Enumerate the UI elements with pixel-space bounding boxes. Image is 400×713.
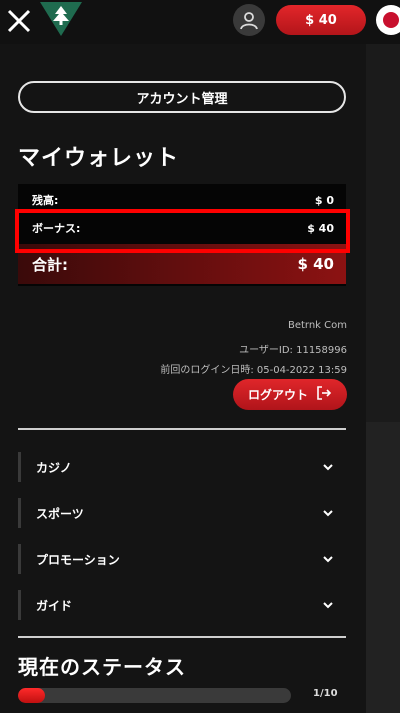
account-manage-button[interactable]: アカウント管理 xyxy=(18,81,346,113)
logout-button[interactable]: ログアウト xyxy=(233,379,347,410)
chevron-down-icon xyxy=(323,510,333,517)
nav-item-sports[interactable]: スポーツ xyxy=(18,498,346,528)
status-title: 現在のステータス xyxy=(18,655,186,679)
progress-fill xyxy=(18,688,46,703)
divider xyxy=(18,636,346,638)
flag-icon[interactable] xyxy=(376,5,400,35)
top-bar: $ 40 xyxy=(0,0,400,44)
nav-item-label: ガイド xyxy=(36,598,73,613)
nav-item-guide[interactable]: ガイド xyxy=(18,590,346,620)
nav-accent-bar xyxy=(18,452,21,482)
nav-accent-bar xyxy=(18,590,21,620)
site-name: Betrnk Com xyxy=(287,320,347,331)
nav-item-label: プロモーション xyxy=(36,552,120,567)
chevron-down-icon xyxy=(323,602,333,609)
user-id: ユーザーID: 11158996 xyxy=(239,345,347,356)
background-strip xyxy=(366,44,400,422)
chevron-down-icon xyxy=(323,464,333,471)
close-icon[interactable] xyxy=(4,6,34,36)
balance-label: 残高: xyxy=(32,194,59,207)
balance-button[interactable]: $ 40 xyxy=(276,5,366,35)
divider xyxy=(18,428,346,430)
nav-item-promotions[interactable]: プロモーション xyxy=(18,544,346,574)
background-strip xyxy=(366,422,400,713)
wallet-title: マイウォレット xyxy=(18,146,180,171)
total-value: $ 40 xyxy=(297,255,334,273)
status-progress-bar xyxy=(18,688,291,703)
bonus-highlight-box xyxy=(15,209,350,253)
nav-accent-bar xyxy=(18,544,21,574)
logout-label: ログアウト xyxy=(247,388,308,402)
chevron-down-icon xyxy=(323,556,333,563)
user-icon[interactable] xyxy=(233,4,265,36)
last-login: 前回のログイン日時: 05-04-2022 13:59 xyxy=(160,365,347,376)
progress-label: 1/10 xyxy=(313,688,338,699)
logout-icon xyxy=(316,385,332,404)
nav-item-casino[interactable]: カジノ xyxy=(18,452,346,482)
nav-item-label: カジノ xyxy=(36,460,72,475)
tree-logo-icon[interactable] xyxy=(40,2,82,36)
total-label: 合計: xyxy=(32,255,68,274)
balance-value: $ 0 xyxy=(314,193,334,207)
nav-accent-bar xyxy=(18,498,21,528)
nav-item-label: スポーツ xyxy=(36,506,84,521)
